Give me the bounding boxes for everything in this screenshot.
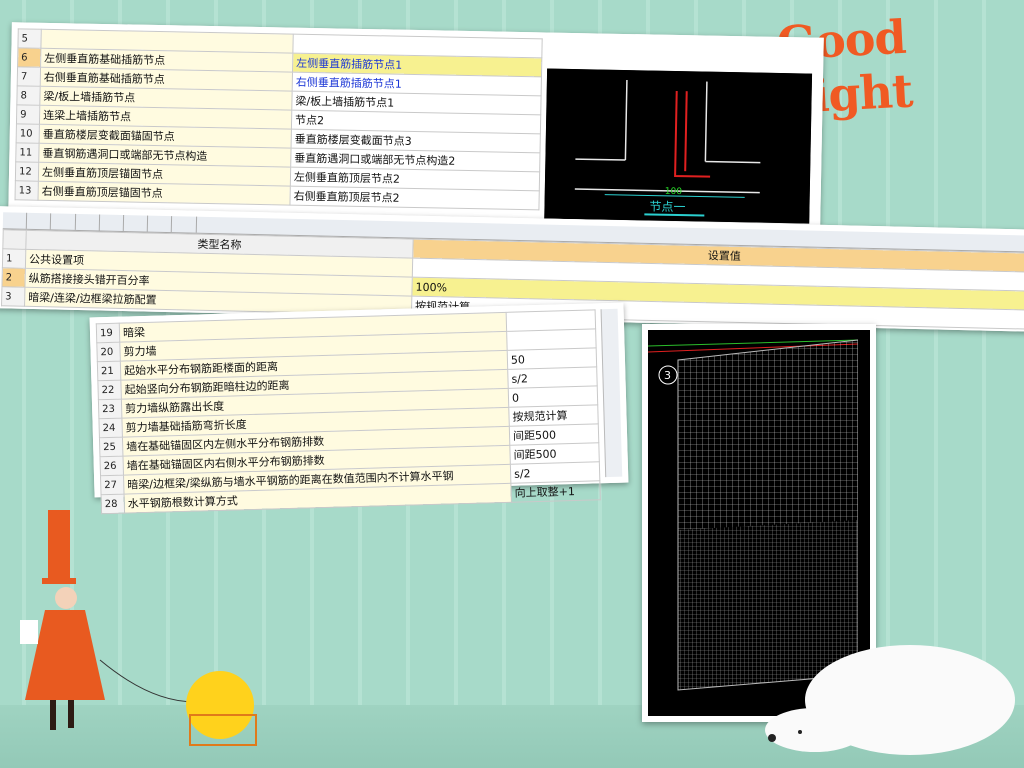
row-number: 8 (16, 85, 41, 106)
row-number: 25 (99, 437, 123, 457)
tab-8[interactable] (172, 216, 197, 233)
row-number: 5 (17, 28, 42, 49)
tab-4[interactable] (75, 213, 100, 231)
setting-value-cell[interactable]: 0 (508, 385, 598, 408)
cad-node-view: 100 节点一 (544, 68, 813, 224)
row-number: 11 (15, 142, 40, 163)
shear-wall-settings-panel: 19 暗梁 20 剪力墙 21 起始水平分布钢筋距楼面的距离 50 22 起始竖向分布钢筋距暗柱… (89, 302, 629, 514)
tab-7[interactable] (147, 215, 173, 233)
tab-3[interactable] (51, 213, 76, 230)
row-number: 7 (17, 66, 41, 87)
tab-5[interactable] (99, 214, 125, 232)
setting-value-cell[interactable]: 右侧垂直筋顶层节点2 (289, 186, 540, 210)
setting-value-cell[interactable]: 向上取整+1 (510, 480, 601, 503)
shear-wall-settings-table: 19 暗梁 20 剪力墙 21 起始水平分布钢筋距楼面的距离 50 22 起始竖向分布钢筋距暗柱… (96, 309, 601, 514)
row-number: 19 (96, 323, 120, 343)
row-number: 12 (15, 161, 39, 182)
axis-marker-label: 3 (664, 369, 671, 382)
tab-6[interactable] (123, 215, 149, 232)
vertical-scrollbar[interactable] (600, 308, 623, 478)
row-number: 1 (2, 248, 26, 269)
row-number: 23 (98, 399, 122, 419)
row-number: 13 (15, 180, 39, 201)
setting-name-cell: 右侧垂直筋顶层锚固节点 (38, 181, 291, 206)
boy-walking-illustration (20, 510, 257, 746)
setting-value-cell[interactable]: 间距500 (509, 442, 600, 465)
row-number: 10 (16, 123, 40, 144)
setting-value-cell[interactable] (506, 309, 596, 332)
row-number: 22 (97, 380, 122, 400)
polar-bear-illustration (765, 645, 1015, 755)
row-number: 21 (97, 361, 121, 381)
setting-value-cell[interactable] (506, 328, 597, 351)
row-number: 9 (16, 104, 40, 125)
row-number: 24 (98, 418, 123, 438)
rebar-node-panel: 5 6 左侧垂直筋基础插筋节点 左侧垂直筋插筋节点1 7 右侧垂直筋基础插筋节点 右侧垂直筋… (8, 22, 824, 230)
row-number: 6 (17, 47, 41, 68)
setting-value-cell[interactable]: 50 (507, 347, 597, 370)
setting-value-cell[interactable]: s/2 (510, 461, 600, 484)
cad-caption-label: 节点一 (649, 199, 685, 214)
setting-value-cell[interactable]: 间距500 (509, 423, 599, 446)
row-number: 3 (1, 286, 25, 307)
row-number: 2 (1, 267, 26, 288)
row-number: 20 (96, 342, 121, 362)
row-number: 27 (100, 475, 125, 495)
tab-2[interactable] (26, 212, 52, 230)
node-settings-table: 5 6 左侧垂直筋基础插筋节点 左侧垂直筋插筋节点1 7 右侧垂直筋基础插筋节点 右侧垂直筋… (14, 28, 543, 210)
setting-value-cell[interactable]: s/2 (507, 366, 598, 389)
tab-1[interactable] (2, 212, 28, 229)
setting-value-cell[interactable]: 按规范计算 (508, 404, 599, 427)
row-number: 26 (99, 456, 124, 476)
cad-dimension-label: 100 (665, 187, 683, 197)
